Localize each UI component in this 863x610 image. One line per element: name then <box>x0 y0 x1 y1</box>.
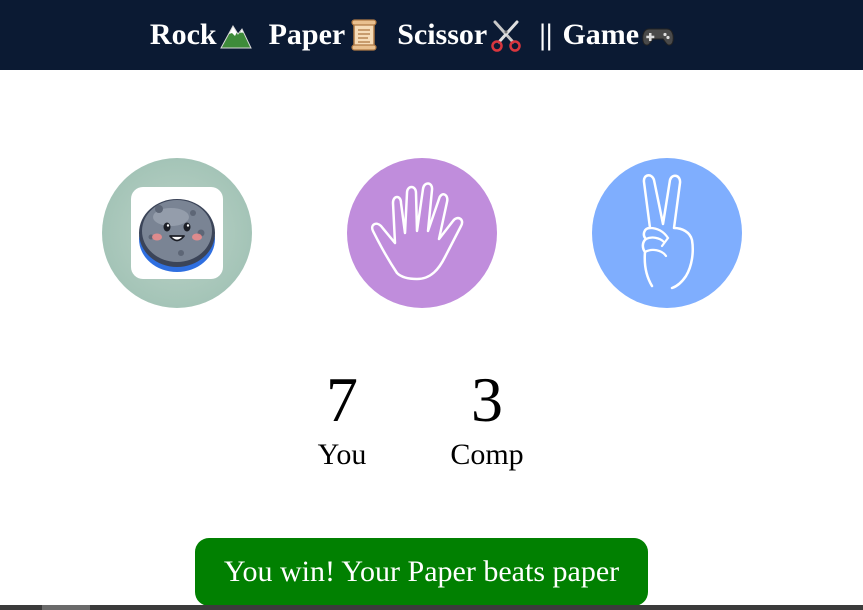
mountain-icon <box>219 18 253 52</box>
scissors-choice-button[interactable] <box>592 158 742 308</box>
computer-score-label: Comp <box>450 438 524 471</box>
scroll-icon <box>347 18 381 52</box>
rock-face-icon <box>131 187 223 279</box>
scrollbar-thumb[interactable] <box>42 605 90 610</box>
header-bar: Rock Paper Scissor || Game <box>0 0 863 70</box>
horizontal-scrollbar[interactable] <box>0 605 863 610</box>
open-hand-icon <box>371 182 464 281</box>
page-title: Rock Paper Scissor || Game <box>150 18 689 52</box>
scissors-icon <box>489 18 523 52</box>
title-scissor: Scissor <box>397 18 488 51</box>
title-rock: Rock <box>149 18 217 51</box>
paper-choice-button[interactable] <box>347 158 497 308</box>
player-score-label: You <box>317 438 367 471</box>
result-message: You win! Your Paper beats paper <box>195 538 648 606</box>
computer-score-value: 3 <box>471 364 503 435</box>
gamepad-icon <box>641 18 675 52</box>
player-score: 7 You <box>282 362 402 472</box>
victory-hand-icon <box>641 174 694 290</box>
title-paper: Paper <box>268 18 346 51</box>
title-separator: || <box>539 18 553 51</box>
rock-choice-button[interactable] <box>102 158 252 308</box>
computer-score: 3 Comp <box>427 362 547 472</box>
title-game: Game <box>562 18 640 51</box>
player-score-value: 7 <box>326 364 358 435</box>
